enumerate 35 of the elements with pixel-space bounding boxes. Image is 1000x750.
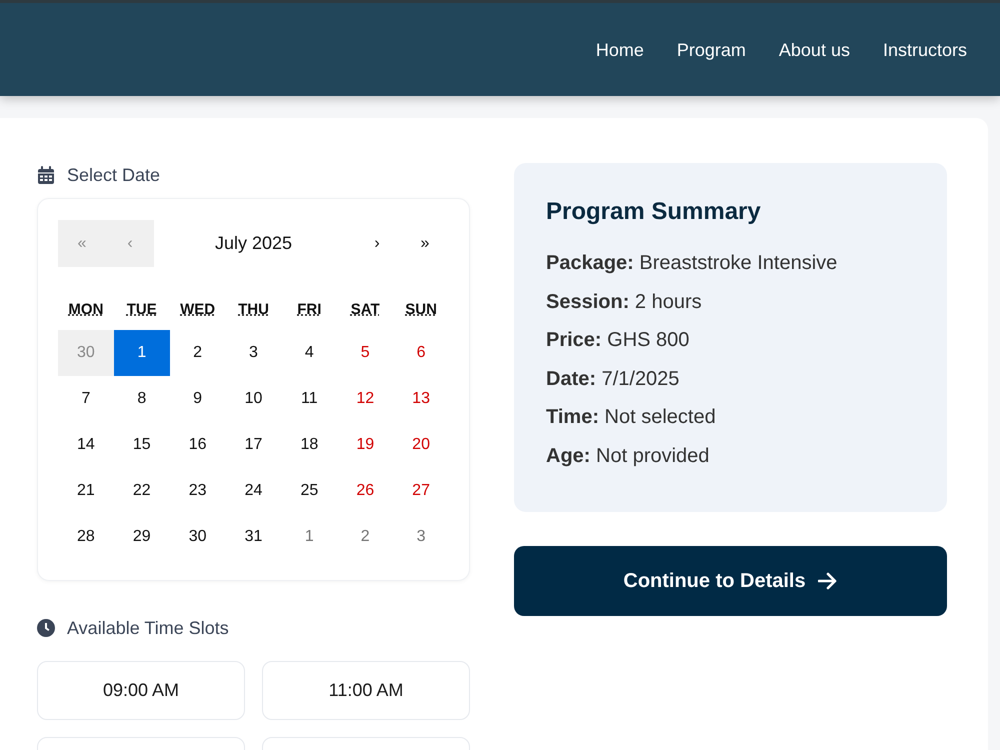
summary-label: Session: — [546, 290, 630, 312]
nav-link-item[interactable]: About us — [778, 38, 850, 62]
summary-value: Not provided — [596, 444, 710, 466]
continue-button[interactable]: Continue to Details — [514, 546, 947, 616]
nav-link-item[interactable]: Program — [676, 38, 746, 62]
calendar-day: 30 — [58, 330, 114, 376]
summary-label: Time: — [546, 406, 599, 428]
time-slot-button[interactable]: 09:00 AM — [37, 661, 245, 720]
summary-title: Program Summary — [546, 197, 761, 226]
weekday-label: MON — [68, 301, 104, 318]
nav-link-item[interactable]: Home — [596, 38, 644, 62]
summary-label: Price: — [546, 329, 602, 351]
calendar-day[interactable]: 1 — [114, 330, 170, 376]
weekday-label: FRI — [297, 301, 322, 318]
weekday-label: SUN — [405, 301, 437, 318]
weekday-label: SAT — [350, 301, 380, 318]
clock-icon — [37, 619, 55, 637]
nav-link-item[interactable]: Instructors — [882, 38, 967, 62]
summary-value: 7/1/2025 — [602, 368, 680, 390]
summary-label: Age: — [546, 444, 590, 466]
summary-label: Package: — [546, 252, 634, 274]
section-heading: Available Time Slots — [67, 617, 229, 640]
time-slot-button[interactable]: 11:00 AM — [262, 661, 470, 720]
summary-value: Not selected — [604, 406, 716, 428]
weekday-label: TUE — [126, 301, 157, 318]
summary-value: GHS 800 — [607, 329, 690, 351]
weekday-label: THU — [238, 301, 269, 318]
summary-value: Breaststroke Intensive — [639, 252, 838, 274]
weekday-label: WED — [180, 301, 216, 318]
summary-label: Date: — [546, 368, 596, 390]
section-heading: Select Date — [67, 164, 160, 187]
arrow-right-icon — [818, 572, 838, 590]
calendar-icon — [37, 166, 55, 184]
month-label[interactable]: July 2025 — [154, 229, 353, 258]
summary-value: 2 hours — [634, 290, 702, 312]
